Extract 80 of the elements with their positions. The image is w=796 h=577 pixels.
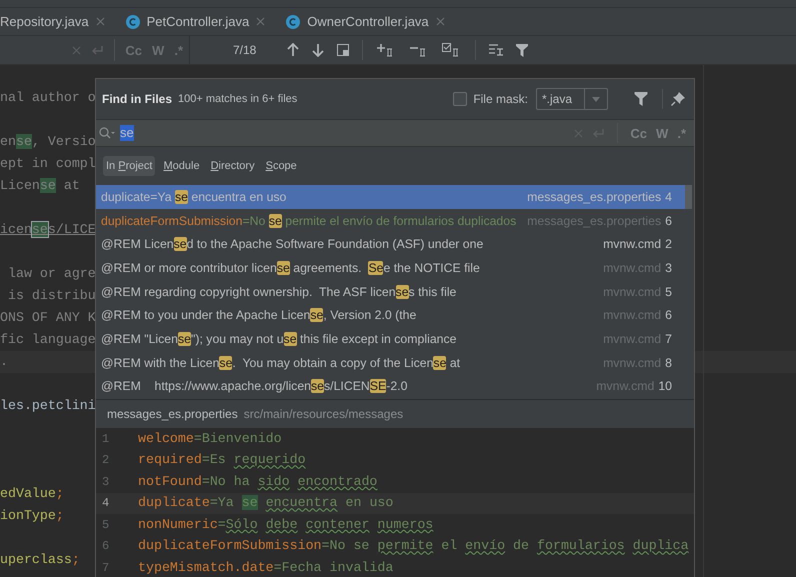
line-number: 6	[665, 214, 672, 228]
preview-file-path: src/main/resources/messages	[244, 407, 404, 421]
line-number: 6	[665, 308, 672, 322]
code-line: notFound=No ha sido encontrado	[138, 474, 378, 490]
code-line: duplicateFormSubmission=No se permite el envío de formularios duplica	[138, 538, 689, 554]
line-number: 3	[665, 260, 672, 275]
line-number: 8	[665, 356, 672, 370]
result-text: @REM with the License. You may obtain a copy of the License at	[101, 356, 462, 370]
line-number: 2	[101, 453, 110, 468]
result-text: @REM Licensed to the Apache Software Foundation (ASF) under one	[101, 237, 484, 252]
line-number: 6	[101, 539, 110, 554]
list-icon[interactable]	[489, 44, 504, 56]
code-line: uperclass;	[0, 551, 80, 569]
filter-icon[interactable]	[634, 92, 648, 106]
result-text: @REM to you under the Apache License, Version 2.0 (the	[101, 308, 418, 322]
line-number: 10	[658, 379, 672, 394]
file-mask-label: File mask:	[473, 92, 528, 106]
file-name: mvnw.cmd	[603, 237, 662, 252]
line-number: 7	[101, 560, 110, 575]
result-row[interactable]: duplicate=Ya se encuentra en uso messages_es.properties 4	[96, 185, 685, 209]
code-line: les.petclini	[0, 397, 96, 415]
window-icon[interactable]	[337, 44, 350, 56]
code-line: ONS OF ANY K	[0, 309, 96, 327]
arrow-down-icon[interactable]	[312, 43, 324, 57]
code-line: ept in compl	[0, 155, 96, 173]
scope-tab[interactable]: In Project	[103, 156, 156, 176]
tab-label[interactable]: Repository.java	[0, 14, 89, 29]
result-text: duplicate=Ya se encuentra en uso	[101, 190, 288, 204]
pin-icon[interactable]	[671, 92, 685, 106]
code-line: ionType;	[0, 507, 64, 525]
code-line: nonNumeric=Sólo debe contener numeros	[138, 516, 434, 533]
file-mask-dropdown[interactable]: *.java	[536, 88, 608, 110]
scope-tab[interactable]: Directory	[208, 156, 258, 176]
clear-icon[interactable]	[72, 46, 82, 54]
close-icon[interactable]	[436, 17, 445, 26]
scope-tab[interactable]: Module	[160, 156, 203, 176]
code-line: edValue;	[0, 485, 64, 503]
close-icon[interactable]	[256, 17, 266, 26]
result-text: @REM https://www.apache.org/licenses/LICENSE-2.0	[101, 379, 408, 394]
dropdown-arrow-icon[interactable]	[592, 96, 600, 102]
result-row[interactable]: @REM Licensed to the Apache Software Foundation (ASF) under one mvnw.cmd 2	[96, 232, 685, 256]
result-text: @REM regarding copyright ownership. The ASF licenses this file	[101, 284, 458, 299]
code-line: ense, Versio	[0, 133, 96, 151]
search-icon[interactable]	[99, 127, 116, 139]
code-line: welcome=Bienvenido	[138, 430, 282, 447]
arrow-up-icon[interactable]	[287, 43, 300, 57]
line-number: 3	[101, 474, 110, 489]
line-number: 2	[665, 237, 672, 252]
preview-file-name: messages_es.properties	[107, 407, 238, 421]
code-line: .	[0, 353, 8, 371]
close-icon[interactable]	[96, 17, 105, 26]
result-text: @REM or more contributor license agreements. See the NOTICE file	[101, 260, 481, 275]
code-line: duplicate=Ya se encuentra en uso	[138, 495, 394, 512]
tab-label[interactable]: OwnerController.java	[307, 14, 429, 29]
code-line: typeMismatch.date=Fecha invalida	[138, 560, 394, 576]
match-count: 7/18	[233, 43, 256, 57]
popup-title: Find in Files	[102, 92, 172, 106]
code-line: icenses/LICE	[0, 221, 96, 239]
line-number: 5	[101, 518, 110, 532]
line-number: 4	[665, 190, 672, 204]
line-number: 5	[665, 284, 672, 299]
code-line: law or agre	[6, 265, 96, 283]
match-summary: 100+ matches in 6+ files	[178, 93, 298, 105]
code-line: nal author o	[0, 89, 96, 107]
line-number: 4	[101, 496, 110, 510]
line-number: 7	[665, 332, 672, 346]
tab-label[interactable]: PetController.java	[146, 14, 250, 29]
filter-icon[interactable]	[516, 44, 528, 56]
line-number: 1	[101, 432, 110, 446]
result-text: duplicateFormSubmission=No se permite el envío de formularios duplicados	[101, 214, 518, 228]
file-name: messages_es.properties	[527, 190, 662, 204]
code-line: fic language	[0, 331, 96, 349]
result-text: @REM "License"); you may not use this file except in compliance	[101, 332, 458, 346]
checkbox[interactable]	[453, 92, 468, 106]
newline-icon[interactable]	[91, 44, 104, 56]
code-line: is distribu	[6, 287, 96, 305]
code-line: License at	[0, 177, 80, 195]
scope-tab[interactable]: Scope	[262, 156, 300, 176]
code-line: required=Es requerido	[138, 452, 306, 468]
scrollbar-thumb[interactable]	[685, 185, 692, 209]
